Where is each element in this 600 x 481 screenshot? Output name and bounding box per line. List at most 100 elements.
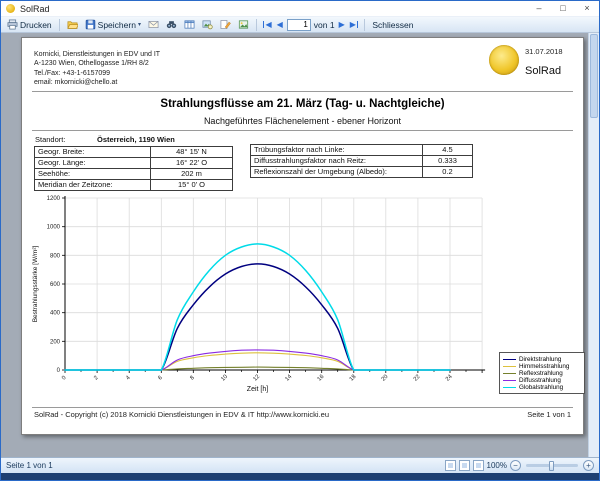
window-title: SolRad	[20, 4, 50, 14]
envelope-icon	[148, 19, 159, 30]
zoom-out-button[interactable]: −	[510, 460, 521, 471]
background-button[interactable]	[236, 18, 251, 32]
location-table: Geogr. Breite:48° 15' N Geogr. Länge:16°…	[34, 146, 233, 191]
svg-text:200: 200	[50, 339, 61, 345]
solrad-sun-logo	[489, 45, 519, 75]
window-controls: – □ ×	[527, 1, 599, 16]
save-label: Speichern	[98, 20, 136, 30]
chevron-down-icon[interactable]: ▾	[138, 21, 141, 28]
row-label: Meridian der Zeitzone:	[35, 180, 151, 191]
status-bar: Seite 1 von 1 100% − +	[1, 457, 599, 473]
footer-copyright: SolRad - Copyright (c) 2018 Kornicki Die…	[34, 410, 329, 419]
window-bottom-frame	[1, 473, 599, 480]
chart-legend: DirektstrahlungHimmelsstrahlungReflexstr…	[499, 352, 585, 394]
nav-first-button[interactable]: ◀	[262, 20, 273, 29]
row-value: 16° 22' O	[151, 158, 233, 169]
sender-line: A-1230 Wien, Othellogasse 1/RH 8/2	[34, 59, 160, 68]
row-label: Diffusstrahlungsfaktor nach Reitz:	[251, 156, 423, 167]
open-button[interactable]	[65, 18, 80, 32]
svg-text:20: 20	[381, 374, 390, 383]
table-icon	[184, 19, 195, 30]
picture-icon	[238, 19, 249, 30]
close-preview-label: Schliessen	[372, 20, 413, 30]
svg-text:0: 0	[61, 375, 68, 382]
separator	[364, 19, 365, 31]
single-page-view-icon[interactable]	[445, 460, 456, 471]
legend-swatch	[503, 359, 516, 360]
svg-text:16: 16	[317, 374, 326, 383]
save-button[interactable]: Speichern ▾	[83, 18, 143, 32]
minimize-button[interactable]: –	[527, 1, 551, 16]
legend-item: Reflexstrahlung	[503, 370, 581, 377]
app-window: SolRad – □ × Drucken Speichern ▾	[0, 0, 600, 481]
svg-text:1000: 1000	[47, 225, 61, 231]
preview-toolbar: Drucken Speichern ▾ ◀ ◀	[1, 16, 599, 33]
two-page-view-icon[interactable]	[459, 460, 470, 471]
table-row: Diffusstrahlungsfaktor nach Reitz:0.333	[251, 156, 473, 167]
edit-page-button[interactable]	[218, 18, 233, 32]
floppy-disk-icon	[85, 19, 96, 30]
printer-icon	[7, 19, 18, 30]
watermark-button[interactable]	[200, 18, 215, 32]
print-button[interactable]: Drucken	[5, 18, 54, 32]
title-bar: SolRad – □ ×	[1, 1, 599, 16]
legend-label: Globalstrahlung	[519, 384, 563, 391]
email-button[interactable]	[146, 18, 161, 32]
row-label: Trübungsfaktor nach Linke:	[251, 145, 423, 156]
maximize-button[interactable]: □	[551, 1, 575, 16]
divider	[32, 130, 573, 131]
svg-text:800: 800	[50, 253, 61, 259]
close-button[interactable]: ×	[575, 1, 599, 16]
nav-next-button[interactable]: ▶	[338, 20, 346, 29]
svg-text:8: 8	[189, 375, 196, 382]
svg-text:600: 600	[50, 282, 61, 288]
report-title: Strahlungsflüsse am 21. März (Tag- u. Na…	[22, 98, 583, 110]
sender-line: Kornicki, Dienstleistungen in EDV und IT	[34, 50, 160, 59]
legend-swatch	[503, 373, 516, 374]
table-row: Reflexionszahl der Umgebung (Albedo):0.2	[251, 167, 473, 178]
legend-swatch	[503, 366, 516, 367]
legend-swatch	[503, 380, 516, 381]
row-label: Reflexionszahl der Umgebung (Albedo):	[251, 167, 423, 178]
page-number-input[interactable]	[287, 19, 311, 31]
parameters-table: Trübungsfaktor nach Linke:4.5 Diffusstra…	[250, 144, 473, 178]
svg-text:1200: 1200	[47, 196, 61, 202]
row-value: 0.2	[423, 167, 473, 178]
zoom-slider-thumb[interactable]	[549, 461, 554, 471]
standort-row: Standort: Österreich, 1190 Wien	[35, 135, 175, 144]
folder-icon	[67, 19, 78, 30]
statusbar-zoom-controls: 100% − +	[445, 460, 594, 471]
svg-text:22: 22	[413, 374, 422, 383]
preview-area: 0200400600800100012000246810121416182022…	[1, 33, 599, 457]
svg-text:10: 10	[220, 374, 229, 383]
row-value: 15° 0' O	[151, 180, 233, 191]
app-sun-icon[interactable]	[6, 4, 15, 13]
page-width-view-icon[interactable]	[473, 460, 484, 471]
zoom-level-label: 100%	[487, 461, 507, 470]
zoom-slider[interactable]	[526, 464, 578, 467]
zoom-in-button[interactable]: +	[583, 460, 594, 471]
columns-button[interactable]	[182, 18, 197, 32]
legend-item: Diffusstrahlung	[503, 377, 581, 384]
svg-text:2: 2	[93, 375, 100, 382]
svg-text:24: 24	[445, 373, 454, 382]
binoculars-icon	[166, 19, 177, 30]
page-of-label: von 1	[314, 20, 335, 30]
vertical-scrollbar[interactable]	[588, 33, 599, 457]
legend-label: Reflexstrahlung	[519, 370, 563, 377]
solrad-brand-text: SolRad	[525, 65, 561, 77]
close-preview-button[interactable]: Schliessen	[370, 18, 415, 32]
scrollbar-thumb[interactable]	[590, 34, 598, 118]
nav-prev-button[interactable]: ◀	[276, 20, 284, 29]
separator	[256, 19, 257, 31]
nav-last-button[interactable]: ▶	[349, 20, 360, 29]
table-row: Geogr. Breite:48° 15' N	[35, 147, 233, 158]
svg-text:12: 12	[252, 374, 261, 383]
sender-block: Kornicki, Dienstleistungen in EDV und IT…	[34, 50, 160, 88]
search-button[interactable]	[164, 18, 179, 32]
legend-item: Himmelsstrahlung	[503, 363, 581, 370]
image-magnifier-icon	[202, 19, 213, 30]
pencil-icon	[220, 19, 231, 30]
row-label: Geogr. Breite:	[35, 147, 151, 158]
report-page: 0200400600800100012000246810121416182022…	[21, 37, 584, 435]
